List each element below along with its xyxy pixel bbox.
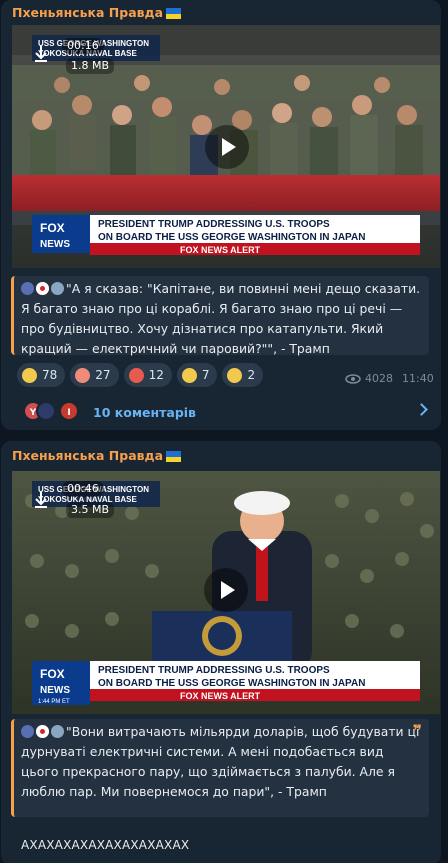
svg-text:FOX: FOX — [40, 667, 65, 681]
japan-flag-icon — [36, 725, 49, 738]
eye-icon — [345, 373, 361, 384]
grinning-face-icon — [22, 367, 37, 383]
reaction-rofl[interactable]: 7 — [176, 363, 218, 387]
svg-text:PRESIDENT TRUMP ADDRESSING U.S: PRESIDENT TRUMP ADDRESSING U.S. TROOPS — [98, 219, 330, 230]
video-duration: 00:46 — [62, 481, 104, 497]
reaction-grinning[interactable]: 78 — [17, 363, 66, 387]
speaking-head-icon — [51, 282, 64, 295]
video-size: 3.5 MB — [66, 502, 115, 518]
comments-count-label: 10 коментарів — [93, 405, 196, 420]
post-caption: "Вони витрачають мільярди доларів, щоб б… — [11, 719, 429, 817]
clinking-icon — [128, 367, 144, 383]
svg-text:PRESIDENT TRUMP ADDRESSING U.S: PRESIDENT TRUMP ADDRESSING U.S. TROOPS — [98, 665, 330, 676]
svg-text:1:44 PM ET: 1:44 PM ET — [38, 699, 70, 705]
ukraine-flag-icon — [166, 8, 182, 19]
post-time: 11:40 — [402, 372, 434, 385]
svg-text:ON BOARD THE USS GEORGE WASHIN: ON BOARD THE USS GEORGE WASHINGTON IN JA… — [98, 678, 365, 689]
comments-bar[interactable]: Y I 10 коментарів — [0, 395, 440, 430]
svg-text:ON BOARD THE USS GEORGE WASHIN: ON BOARD THE USS GEORGE WASHINGTON IN JA… — [98, 232, 365, 243]
post-meta: 4028 11:40 — [345, 372, 434, 385]
download-icon[interactable] — [33, 45, 49, 67]
japan-flag-icon — [36, 282, 49, 295]
view-count: 4028 — [365, 372, 393, 385]
avatar: I — [59, 400, 79, 421]
play-button[interactable] — [204, 568, 248, 612]
download-icon[interactable] — [33, 491, 49, 513]
quote-icon: ❞ — [412, 721, 422, 740]
reaction-thumbs-up[interactable]: 2 — [222, 363, 264, 387]
ukraine-flag-icon — [166, 451, 182, 462]
svg-text:FOX NEWS ALERT: FOX NEWS ALERT — [180, 691, 261, 701]
avatar — [36, 400, 56, 421]
svg-text:FOX NEWS ALERT: FOX NEWS ALERT — [180, 245, 261, 255]
usa-person-emoji-icon — [21, 725, 34, 738]
reaction-clinking[interactable]: 12 — [123, 363, 172, 387]
svg-text:FOX: FOX — [40, 221, 65, 235]
clown-face-icon — [75, 367, 91, 383]
speaking-head-icon — [51, 725, 64, 738]
svg-text:NEWS: NEWS — [40, 685, 70, 696]
comment-avatars: Y I — [23, 400, 83, 425]
channel-name[interactable]: Пхеньянська Правда — [12, 448, 182, 463]
play-button[interactable] — [205, 125, 249, 169]
usa-person-emoji-icon — [21, 282, 34, 295]
message-text: АХАХАХАХАХАХАХАХАХАХ — [21, 838, 190, 852]
reaction-clown[interactable]: 27 — [70, 363, 119, 387]
post-caption: "А я сказав: "Капітане, ви повинні мені … — [11, 276, 429, 356]
rofl-face-icon — [181, 367, 197, 383]
reactions-bar: 78 27 12 7 2 — [17, 363, 264, 387]
channel-name[interactable]: Пхеньянська Правда — [12, 5, 182, 20]
chevron-right-icon — [415, 403, 428, 416]
video-duration: 00:16 — [62, 38, 104, 54]
video-size: 1.8 MB — [66, 58, 115, 74]
thumbs-up-icon — [227, 367, 243, 383]
svg-text:NEWS: NEWS — [40, 239, 70, 250]
